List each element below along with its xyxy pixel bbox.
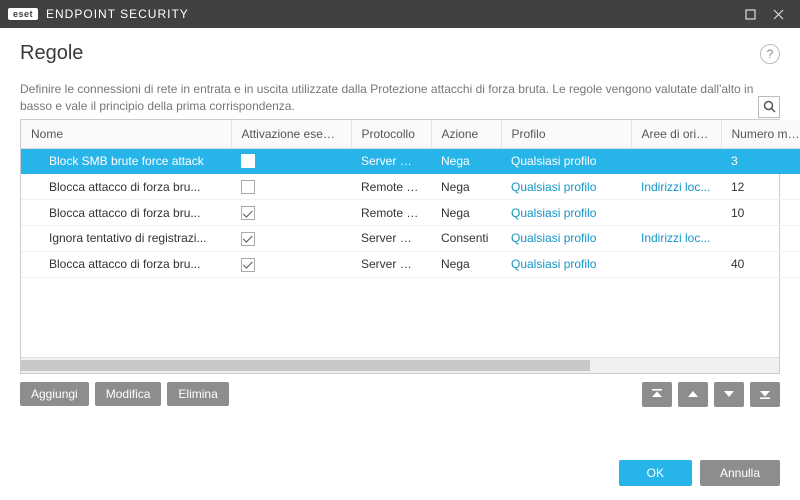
checkbox-icon[interactable]	[241, 154, 255, 168]
cell-protocollo: Server Mes...	[351, 226, 431, 252]
cell-aree	[631, 200, 721, 226]
cell-azione: Nega	[431, 148, 501, 174]
cell-nome: Blocca attacco di forza bru...	[21, 251, 231, 277]
add-button[interactable]: Aggiungi	[20, 382, 89, 406]
cell-numero	[721, 226, 800, 252]
help-button[interactable]: ?	[760, 44, 780, 64]
cell-profilo: Qualsiasi profilo	[501, 148, 631, 174]
search-button[interactable]	[758, 96, 780, 118]
cell-aree: Indirizzi loc...	[631, 174, 721, 200]
col-header-profilo[interactable]: Profilo	[501, 120, 631, 149]
move-down-button[interactable]	[714, 382, 744, 407]
move-up-button[interactable]	[678, 382, 708, 407]
table-row[interactable]: Blocca attacco di forza bru... Remote D..…	[21, 200, 800, 226]
cell-protocollo: Server Mes...	[351, 251, 431, 277]
table-row[interactable]: Blocca attacco di forza bru... Remote D..…	[21, 174, 800, 200]
cell-numero: 3	[721, 148, 800, 174]
cell-numero: 40	[721, 251, 800, 277]
checkbox-icon[interactable]	[241, 232, 255, 246]
cell-nome: Blocca attacco di forza bru...	[21, 174, 231, 200]
cell-nome: Blocca attacco di forza bru...	[21, 200, 231, 226]
checkbox-icon[interactable]	[241, 258, 255, 272]
cell-protocollo: Remote D...	[351, 200, 431, 226]
cell-protocollo: Server Mes...	[351, 148, 431, 174]
window-minimize-restore-icon[interactable]	[736, 0, 764, 28]
cell-protocollo: Remote D...	[351, 174, 431, 200]
col-header-aree[interactable]: Aree di origine	[631, 120, 721, 149]
cell-attivazione	[231, 226, 351, 252]
checkbox-icon[interactable]	[241, 180, 255, 194]
page-title: Regole	[20, 42, 760, 65]
brand-text: ENDPOINT SECURITY	[46, 7, 189, 21]
cell-aree: Indirizzi loc...	[631, 226, 721, 252]
description-text: Definire le connessioni di rete in entra…	[20, 81, 780, 115]
col-header-attivazione[interactable]: Attivazione eseguita	[231, 120, 351, 149]
rules-table: Nome Attivazione eseguita Protocollo Azi…	[20, 119, 780, 374]
table-header-row: Nome Attivazione eseguita Protocollo Azi…	[21, 120, 800, 149]
checkbox-icon[interactable]	[241, 206, 255, 220]
cell-profilo: Qualsiasi profilo	[501, 226, 631, 252]
col-header-numero[interactable]: Numero massi...	[721, 120, 800, 149]
col-header-protocollo[interactable]: Protocollo	[351, 120, 431, 149]
cell-azione: Nega	[431, 251, 501, 277]
col-header-nome[interactable]: Nome	[21, 120, 231, 149]
cell-nome: Ignora tentativo di registrazi...	[21, 226, 231, 252]
horizontal-scrollbar[interactable]	[21, 357, 779, 373]
brand-badge: eset	[8, 8, 38, 20]
ok-button[interactable]: OK	[619, 460, 692, 486]
cell-aree	[631, 148, 721, 174]
delete-button[interactable]: Elimina	[167, 382, 228, 406]
cell-attivazione	[231, 251, 351, 277]
col-header-azione[interactable]: Azione	[431, 120, 501, 149]
cell-aree	[631, 251, 721, 277]
titlebar: eset ENDPOINT SECURITY	[0, 0, 800, 28]
window-close-icon[interactable]	[764, 0, 792, 28]
cell-azione: Consenti	[431, 226, 501, 252]
edit-button[interactable]: Modifica	[95, 382, 162, 406]
table-row[interactable]: Blocca attacco di forza bru... Server Mes…	[21, 251, 800, 277]
cell-attivazione	[231, 174, 351, 200]
table-row[interactable]: Ignora tentativo di registrazi... Server …	[21, 226, 800, 252]
cell-attivazione	[231, 148, 351, 174]
cell-attivazione	[231, 200, 351, 226]
move-bottom-button[interactable]	[750, 382, 780, 407]
move-top-button[interactable]	[642, 382, 672, 407]
cell-numero: 10	[721, 200, 800, 226]
cell-nome: Block SMB brute force attack	[21, 148, 231, 174]
cell-azione: Nega	[431, 174, 501, 200]
cell-profilo: Qualsiasi profilo	[501, 200, 631, 226]
cell-numero: 12	[721, 174, 800, 200]
cell-azione: Nega	[431, 200, 501, 226]
scrollbar-thumb[interactable]	[21, 360, 590, 371]
cell-profilo: Qualsiasi profilo	[501, 174, 631, 200]
table-row[interactable]: Block SMB brute force attack Server Mes..…	[21, 148, 800, 174]
footer: OK Annulla	[0, 448, 800, 500]
cell-profilo: Qualsiasi profilo	[501, 251, 631, 277]
action-row: Aggiungi Modifica Elimina	[0, 374, 800, 407]
cancel-button[interactable]: Annulla	[700, 460, 780, 486]
header: Regole ?	[0, 28, 800, 73]
